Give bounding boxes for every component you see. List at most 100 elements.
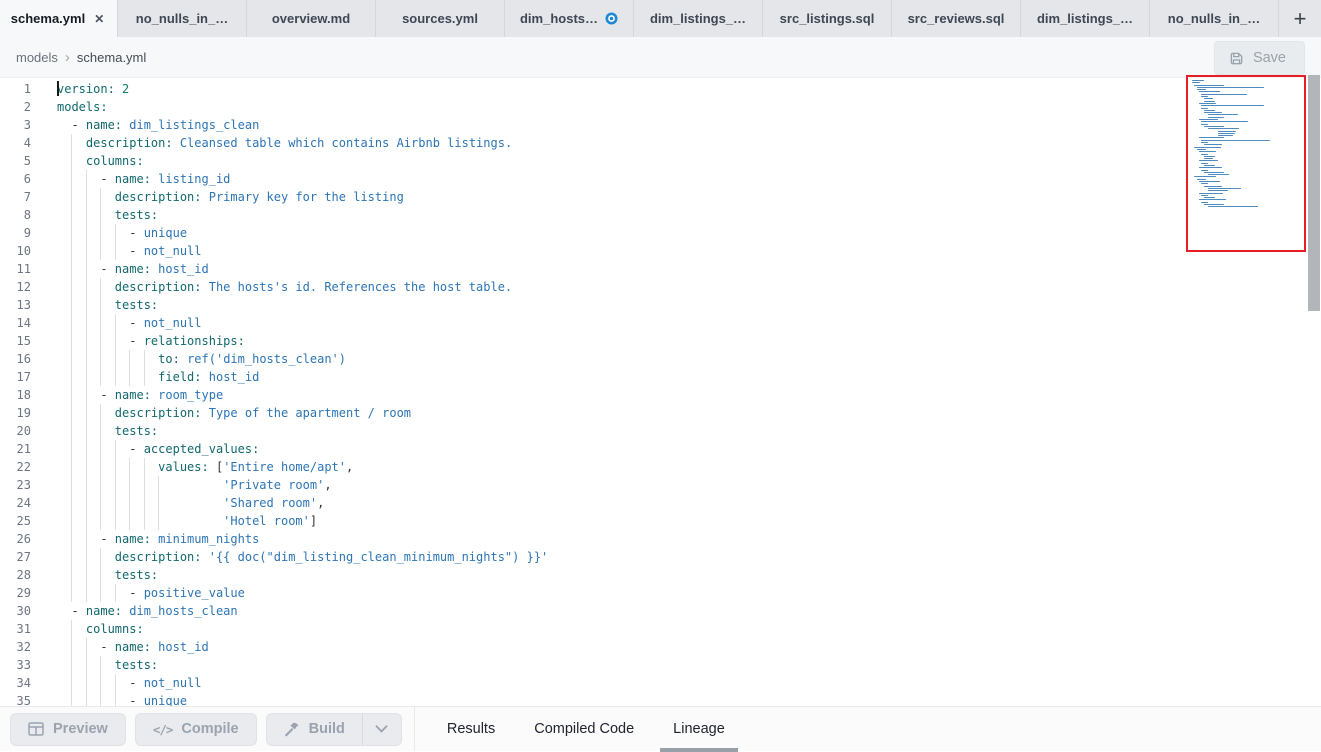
indent-guide [71, 566, 72, 584]
indent-guide [100, 458, 101, 476]
line-number: 31 [0, 620, 31, 638]
indent-guide [71, 476, 72, 494]
minimap-code-line [1194, 147, 1220, 148]
file-tab-10[interactable]: no_nulls_in_… [1150, 0, 1279, 37]
build-dropdown-button[interactable] [362, 713, 402, 746]
code-lines[interactable]: version: 2models: - name: dim_listings_c… [44, 78, 1321, 706]
file-tab-8[interactable]: src_reviews.sql [892, 0, 1021, 37]
indent-guide [71, 530, 72, 548]
indent-guide [86, 332, 87, 350]
indent-guide [158, 512, 159, 530]
indent-guide [86, 440, 87, 458]
indent-guide [100, 332, 101, 350]
close-tab-icon[interactable]: ✕ [92, 11, 106, 27]
indent-guide [100, 566, 101, 584]
indent-guide [115, 314, 116, 332]
minimap-code-line [1218, 135, 1233, 136]
minimap-code-line [1197, 179, 1206, 180]
breadcrumb-item-models[interactable]: models [16, 50, 58, 65]
minimap-viewport[interactable] [1186, 75, 1306, 252]
code-line: columns: [57, 152, 1321, 170]
indent-guide [129, 368, 130, 386]
minimap-code-line [1218, 133, 1234, 134]
file-tab-3[interactable]: overview.md [247, 0, 376, 37]
text-cursor [57, 81, 59, 96]
file-tab-4[interactable]: sources.yml [376, 0, 505, 37]
indent-guide [100, 656, 101, 674]
file-tab-9[interactable]: dim_listings_… [1021, 0, 1150, 37]
line-number: 13 [0, 296, 31, 314]
indent-guide [144, 512, 145, 530]
vertical-scrollbar-thumb[interactable] [1308, 75, 1320, 311]
indent-guide [86, 260, 87, 278]
line-number: 8 [0, 206, 31, 224]
minimap-code-line [1201, 108, 1208, 109]
line-number: 1 [0, 80, 31, 98]
indent-guide [115, 692, 116, 706]
build-button[interactable]: Build [266, 713, 362, 746]
minimap-code-line [1201, 96, 1208, 97]
code-line: 'Private room', [57, 476, 1321, 494]
indent-guide [86, 314, 87, 332]
indent-guide [100, 512, 101, 530]
panel-tab-label: Lineage [673, 721, 725, 737]
minimap-code-line [1201, 195, 1208, 196]
panel-tab-compiled-code[interactable]: Compiled Code [533, 707, 635, 752]
indent-guide [86, 242, 87, 260]
indent-guide [71, 350, 72, 368]
code-line: columns: [57, 620, 1321, 638]
line-number: 33 [0, 656, 31, 674]
indent-guide [71, 404, 72, 422]
indent-guide [115, 242, 116, 260]
compile-button[interactable]: </>Compile [135, 713, 257, 746]
indent-guide [71, 368, 72, 386]
line-number: 15 [0, 332, 31, 350]
line-number: 17 [0, 368, 31, 386]
indent-guide [71, 206, 72, 224]
new-tab-button[interactable]: + [1279, 0, 1321, 37]
minimap-code-line [1201, 142, 1208, 143]
indent-guide [100, 314, 101, 332]
table-icon [28, 722, 44, 736]
line-number: 28 [0, 566, 31, 584]
indent-guide [144, 350, 145, 368]
line-number: 18 [0, 386, 31, 404]
file-tab-label: schema.yml [11, 11, 85, 26]
code-line: values: ['Entire home/apt', [57, 458, 1321, 476]
code-line: tests: [57, 422, 1321, 440]
minimap-code-line [1201, 121, 1248, 122]
file-tab-5[interactable]: dim_hosts… [505, 0, 634, 37]
minimap-code-line [1201, 94, 1247, 95]
indent-guide [86, 530, 87, 548]
file-tab-2[interactable]: no_nulls_in_… [118, 0, 247, 37]
preview-button[interactable]: Preview [10, 713, 126, 746]
minimap-code-line [1208, 128, 1239, 129]
file-tab-label: dim_hosts… [520, 11, 598, 26]
indent-guide [71, 692, 72, 706]
indent-guide [144, 368, 145, 386]
indent-guide [71, 422, 72, 440]
indent-guide [86, 494, 87, 512]
file-tab-label: dim_listings_… [1037, 11, 1133, 26]
minimap-code-line [1204, 197, 1216, 198]
panel-tab-lineage[interactable]: Lineage [672, 707, 726, 752]
minimap-code-line [1204, 158, 1213, 159]
indent-guide [86, 656, 87, 674]
file-tab-7[interactable]: src_listings.sql [763, 0, 892, 37]
minimap-code-line [1204, 112, 1222, 113]
indent-guide [100, 188, 101, 206]
indent-guide [71, 512, 72, 530]
indent-guide [86, 692, 87, 706]
minimap-code-line [1201, 163, 1208, 164]
line-number: 30 [0, 602, 31, 620]
file-tab-6[interactable]: dim_listings_… [634, 0, 763, 37]
code-line: description: Primary key for the listing [57, 188, 1321, 206]
line-number: 7 [0, 188, 31, 206]
indent-guide [144, 476, 145, 494]
save-button[interactable]: Save [1214, 41, 1305, 75]
panel-tab-results[interactable]: Results [446, 707, 496, 752]
line-number: 22 [0, 458, 31, 476]
line-number: 4 [0, 134, 31, 152]
file-tab-1[interactable]: schema.yml ✕ [0, 0, 118, 37]
line-number: 23 [0, 476, 31, 494]
